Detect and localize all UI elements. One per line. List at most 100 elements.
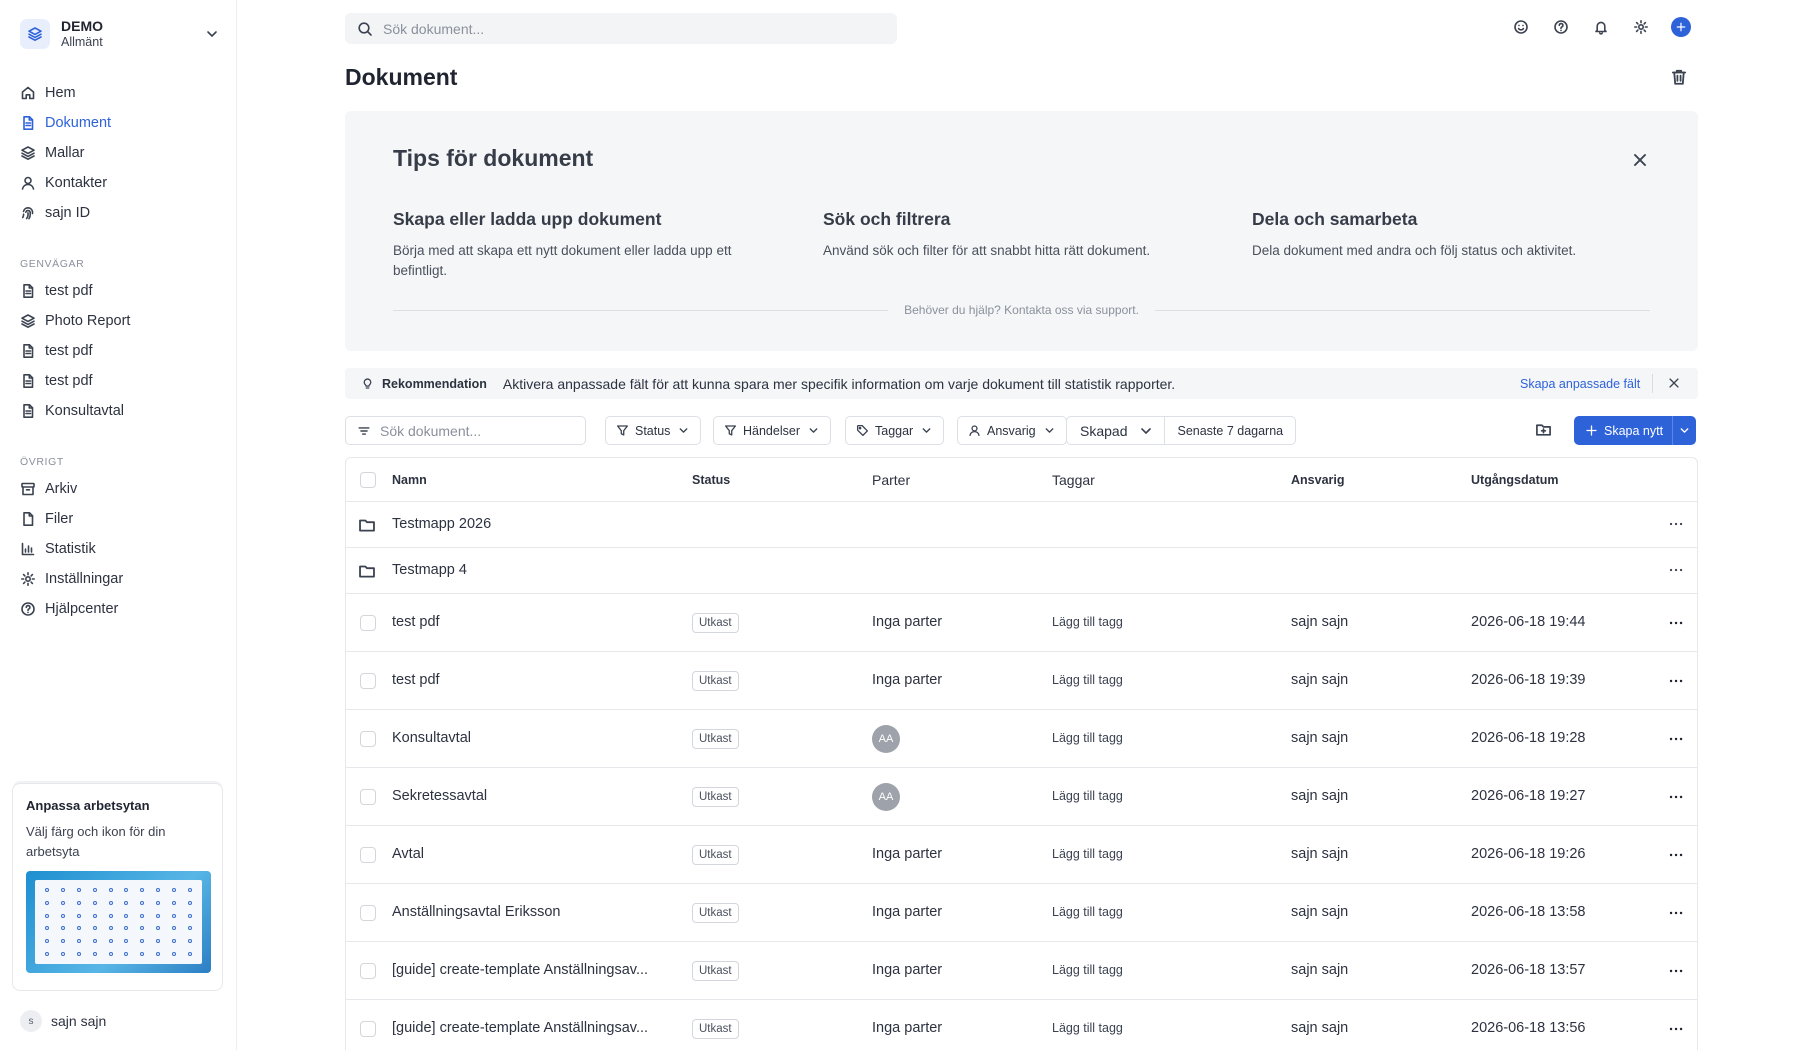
- add-tag-link[interactable]: Lägg till tagg: [1052, 673, 1123, 687]
- row-checkbox[interactable]: [360, 963, 376, 979]
- document-search-input[interactable]: [380, 422, 570, 439]
- more-icon[interactable]: [1668, 905, 1684, 921]
- add-button[interactable]: [1671, 17, 1691, 37]
- close-icon[interactable]: [1667, 376, 1681, 390]
- column-tags[interactable]: Taggar: [1052, 472, 1095, 488]
- nav-item-home[interactable]: Hem: [20, 78, 220, 108]
- document-search[interactable]: [345, 416, 586, 445]
- owner-filter-button[interactable]: Ansvarig: [957, 416, 1067, 445]
- shortcut-item[interactable]: Konsultavtal: [20, 396, 220, 426]
- document-name[interactable]: test pdf: [392, 614, 440, 630]
- more-icon[interactable]: [1668, 673, 1684, 689]
- row-checkbox[interactable]: [360, 1021, 376, 1037]
- status-filter-button[interactable]: Status: [605, 416, 702, 445]
- row-checkbox[interactable]: [360, 847, 376, 863]
- date-range-select[interactable]: Senaste 7 dagarna: [1165, 416, 1297, 445]
- help-icon[interactable]: [1551, 17, 1571, 37]
- column-expiry[interactable]: Utgångsdatum: [1471, 473, 1559, 487]
- user-name: sajn sajn: [51, 1013, 107, 1029]
- row-checkbox[interactable]: [360, 731, 376, 747]
- add-tag-link[interactable]: Lägg till tagg: [1052, 789, 1123, 803]
- folder-name[interactable]: Testmapp 4: [392, 562, 467, 578]
- more-icon[interactable]: [1668, 731, 1684, 747]
- global-search[interactable]: [345, 13, 897, 44]
- folder-name[interactable]: Testmapp 2026: [392, 516, 491, 532]
- document-name[interactable]: Anställningsavtal Eriksson: [392, 904, 560, 920]
- select-all-checkbox[interactable]: [360, 472, 376, 488]
- document-name[interactable]: test pdf: [392, 672, 440, 688]
- table-row[interactable]: test pdf Utkast Inga parter Lägg till ta…: [346, 594, 1697, 652]
- row-checkbox[interactable]: [360, 673, 376, 689]
- user-menu[interactable]: s sajn sajn: [20, 1010, 106, 1032]
- add-tag-link[interactable]: Lägg till tagg: [1052, 615, 1123, 629]
- more-icon[interactable]: [1668, 562, 1684, 578]
- shortcut-item[interactable]: test pdf: [20, 276, 220, 306]
- shortcut-item[interactable]: test pdf: [20, 336, 220, 366]
- tags-filter-button[interactable]: Taggar: [845, 416, 945, 445]
- folder-row[interactable]: Testmapp 2026: [346, 502, 1697, 548]
- table-row[interactable]: Anställningsavtal Eriksson Utkast Inga p…: [346, 884, 1697, 942]
- column-status[interactable]: Status: [692, 473, 730, 487]
- nav-item-contacts[interactable]: Kontakter: [20, 168, 220, 198]
- shortcut-item[interactable]: Photo Report: [20, 306, 220, 336]
- create-custom-fields-link[interactable]: Skapa anpassade fält: [1520, 377, 1640, 391]
- folder-row[interactable]: Testmapp 4: [346, 548, 1697, 594]
- row-checkbox[interactable]: [360, 615, 376, 631]
- smiley-icon[interactable]: [1511, 17, 1531, 37]
- nav-item-settings[interactable]: Inställningar: [20, 564, 220, 594]
- customize-workspace-card[interactable]: Anpassa arbetsytan Välj färg och ikon fö…: [12, 783, 223, 991]
- nav-item-documents[interactable]: Dokument: [20, 108, 220, 138]
- nav-item-sajn-id[interactable]: sajn ID: [20, 198, 220, 228]
- add-tag-link[interactable]: Lägg till tagg: [1052, 963, 1123, 977]
- new-folder-icon[interactable]: [1535, 421, 1552, 438]
- date-field-select[interactable]: Skapad: [1066, 416, 1166, 445]
- document-name[interactable]: Sekretessavtal: [392, 788, 487, 804]
- create-new-button[interactable]: Skapa nytt: [1574, 416, 1673, 445]
- trash-icon[interactable]: [1670, 68, 1688, 86]
- add-tag-link[interactable]: Lägg till tagg: [1052, 847, 1123, 861]
- column-parties[interactable]: Parter: [872, 472, 910, 488]
- events-filter-button[interactable]: Händelser: [713, 416, 831, 445]
- table-row[interactable]: Konsultavtal Utkast AA Lägg till tagg sa…: [346, 710, 1697, 768]
- preview-glyph: [108, 888, 113, 893]
- more-icon[interactable]: [1668, 516, 1684, 532]
- create-options-button[interactable]: [1672, 416, 1697, 445]
- nav-item-archive[interactable]: Arkiv: [20, 474, 220, 504]
- chevron-down-icon[interactable]: [204, 26, 220, 42]
- bell-icon[interactable]: [1591, 17, 1611, 37]
- table-row[interactable]: Avtal Utkast Inga parter Lägg till tagg …: [346, 826, 1697, 884]
- more-icon[interactable]: [1668, 1021, 1684, 1037]
- document-name[interactable]: [guide] create-template Anställningsav..…: [392, 962, 648, 978]
- document-name[interactable]: [guide] create-template Anställningsav..…: [392, 1020, 648, 1036]
- column-owner[interactable]: Ansvarig: [1291, 473, 1345, 487]
- document-name[interactable]: Konsultavtal: [392, 730, 471, 746]
- column-name[interactable]: Namn: [392, 473, 427, 487]
- expiry-date: 2026-06-18 13:56: [1471, 1020, 1586, 1036]
- nav-item-templates[interactable]: Mallar: [20, 138, 220, 168]
- row-checkbox[interactable]: [360, 789, 376, 805]
- party-avatar[interactable]: AA: [872, 783, 900, 811]
- search-input[interactable]: [383, 20, 863, 37]
- nav-item-help-center[interactable]: Hjälpcenter: [20, 594, 220, 624]
- add-tag-link[interactable]: Lägg till tagg: [1052, 731, 1123, 745]
- party-avatar[interactable]: AA: [872, 725, 900, 753]
- add-tag-link[interactable]: Lägg till tagg: [1052, 1021, 1123, 1035]
- workspace-switcher[interactable]: DEMO Allmänt: [20, 14, 220, 54]
- gear-icon[interactable]: [1631, 17, 1651, 37]
- more-icon[interactable]: [1668, 789, 1684, 805]
- more-icon[interactable]: [1668, 615, 1684, 631]
- close-icon[interactable]: [1631, 151, 1649, 169]
- table-row[interactable]: Sekretessavtal Utkast AA Lägg till tagg …: [346, 768, 1697, 826]
- shortcut-item[interactable]: test pdf: [20, 366, 220, 396]
- table-row[interactable]: [guide] create-template Anställningsav..…: [346, 942, 1697, 1000]
- table-row[interactable]: test pdf Utkast Inga parter Lägg till ta…: [346, 652, 1697, 710]
- more-icon[interactable]: [1668, 847, 1684, 863]
- nav-item-files[interactable]: Filer: [20, 504, 220, 534]
- document-name[interactable]: Avtal: [392, 846, 424, 862]
- support-text[interactable]: Behöver du hjälp? Kontakta oss via suppo…: [904, 303, 1139, 317]
- nav-item-statistics[interactable]: Statistik: [20, 534, 220, 564]
- add-tag-link[interactable]: Lägg till tagg: [1052, 905, 1123, 919]
- row-checkbox[interactable]: [360, 905, 376, 921]
- more-icon[interactable]: [1668, 963, 1684, 979]
- table-row[interactable]: [guide] create-template Anställningsav..…: [346, 1000, 1697, 1050]
